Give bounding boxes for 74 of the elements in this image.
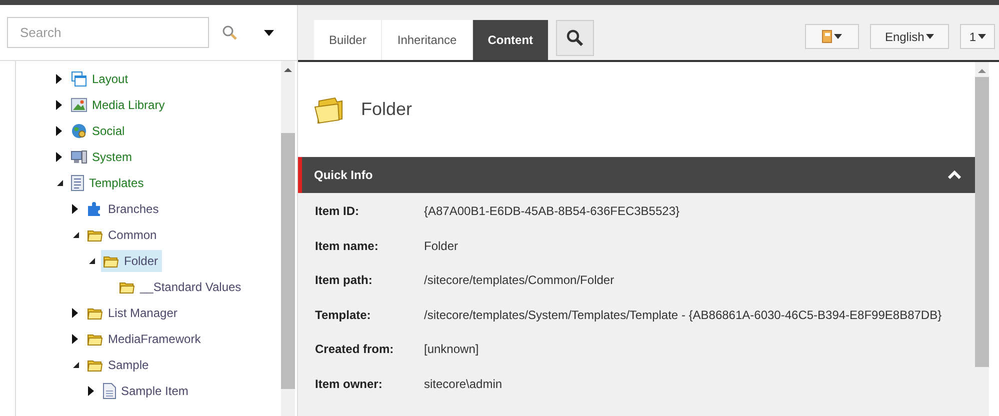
scroll-up-icon[interactable] bbox=[284, 67, 292, 73]
search-icon[interactable] bbox=[222, 24, 238, 40]
field-label: Item name: bbox=[315, 238, 380, 254]
field-label: Created from: bbox=[315, 342, 395, 358]
expand-arrow-icon[interactable] bbox=[56, 152, 62, 162]
search-button[interactable] bbox=[556, 20, 594, 56]
version-dropdown[interactable]: 1 bbox=[960, 24, 995, 49]
scroll-up-icon[interactable] bbox=[978, 68, 986, 74]
field-value: [unknown] bbox=[424, 342, 479, 358]
tab[interactable]: Builder bbox=[314, 20, 382, 60]
caret-icon bbox=[926, 34, 934, 39]
expand-arrow-icon[interactable] bbox=[72, 308, 78, 318]
tree-item[interactable]: Media Library bbox=[69, 94, 169, 116]
folder-icon bbox=[103, 254, 119, 268]
scrollbar-thumb[interactable] bbox=[281, 133, 295, 389]
expand-arrow-icon[interactable] bbox=[56, 126, 62, 136]
tree-item[interactable]: Branches bbox=[85, 198, 163, 220]
expand-arrow-icon[interactable] bbox=[72, 204, 78, 214]
expand-arrow-icon[interactable] bbox=[56, 100, 62, 110]
tree-item[interactable]: Layout bbox=[69, 68, 132, 90]
page-icon bbox=[103, 383, 116, 399]
search-icon bbox=[566, 29, 584, 47]
language-dropdown[interactable]: English bbox=[870, 24, 950, 49]
tree-item[interactable]: Folder bbox=[101, 250, 162, 272]
field-value: /sitecore/templates/System/Templates/Template - {AB86861A-6030-46C5-B394-E8F99E8B87DB} bbox=[424, 308, 942, 324]
globe-icon bbox=[71, 123, 87, 139]
notebook-icon bbox=[822, 30, 832, 43]
windows-icon bbox=[71, 71, 87, 87]
tree-item[interactable]: Common bbox=[85, 224, 161, 246]
tree-item[interactable]: List Manager bbox=[85, 302, 182, 324]
folder-icon bbox=[87, 228, 103, 242]
notebook-dropdown-button[interactable] bbox=[804, 24, 859, 49]
folder-icon bbox=[87, 358, 103, 372]
tree-item[interactable]: Templates bbox=[69, 172, 148, 194]
expand-arrow-icon[interactable] bbox=[56, 74, 62, 84]
collapse-arrow-icon[interactable] bbox=[72, 231, 80, 239]
section-title: Quick Info bbox=[314, 168, 373, 182]
caret-icon bbox=[978, 34, 986, 39]
field-value: /sitecore/templates/Common/Folder bbox=[424, 273, 614, 289]
puzzle-icon bbox=[87, 201, 103, 217]
collapse-arrow-icon[interactable] bbox=[56, 179, 64, 187]
field-value: sitecore\admin bbox=[424, 376, 502, 392]
tab[interactable]: Inheritance bbox=[382, 20, 473, 60]
collapse-arrow-icon[interactable] bbox=[88, 257, 96, 265]
tree-item[interactable]: Social bbox=[69, 120, 129, 142]
folder-icon bbox=[119, 280, 135, 294]
field-label: Item ID: bbox=[315, 204, 360, 220]
expand-arrow-icon[interactable] bbox=[72, 334, 78, 344]
field-label: Template: bbox=[315, 308, 372, 324]
search-field[interactable]: Search bbox=[7, 17, 209, 48]
section-header[interactable]: Quick Info bbox=[298, 157, 975, 193]
tab[interactable]: Content bbox=[472, 20, 550, 60]
tree-item[interactable]: __Standard Values bbox=[117, 276, 246, 298]
collapse-arrow-icon[interactable] bbox=[72, 361, 80, 369]
field-value: {A87A00B1-E6DB-45AB-8B54-636FEC3B5523} bbox=[424, 204, 680, 220]
folder-icon bbox=[87, 332, 103, 346]
field-value: Folder bbox=[424, 238, 458, 254]
folder-icon bbox=[87, 306, 103, 320]
item-title: Folder bbox=[361, 99, 412, 120]
picture-icon bbox=[71, 98, 87, 112]
dropdown-caret-icon[interactable] bbox=[264, 30, 274, 36]
tree-item[interactable]: Sample Item bbox=[101, 380, 192, 402]
tree-item[interactable]: System bbox=[69, 146, 136, 168]
expand-arrow-icon[interactable] bbox=[88, 386, 94, 396]
tree-item[interactable]: MediaFramework bbox=[85, 328, 205, 350]
tree-item[interactable]: Sample bbox=[85, 354, 153, 376]
folder-icon bbox=[314, 96, 344, 124]
chevron-up-icon[interactable] bbox=[948, 170, 961, 179]
field-label: Item path: bbox=[315, 273, 374, 289]
document-icon bbox=[71, 175, 84, 191]
caret-icon bbox=[834, 34, 842, 39]
field-label: Item owner: bbox=[315, 376, 384, 392]
computer-icon bbox=[71, 150, 87, 164]
scrollbar-thumb[interactable] bbox=[975, 77, 989, 367]
